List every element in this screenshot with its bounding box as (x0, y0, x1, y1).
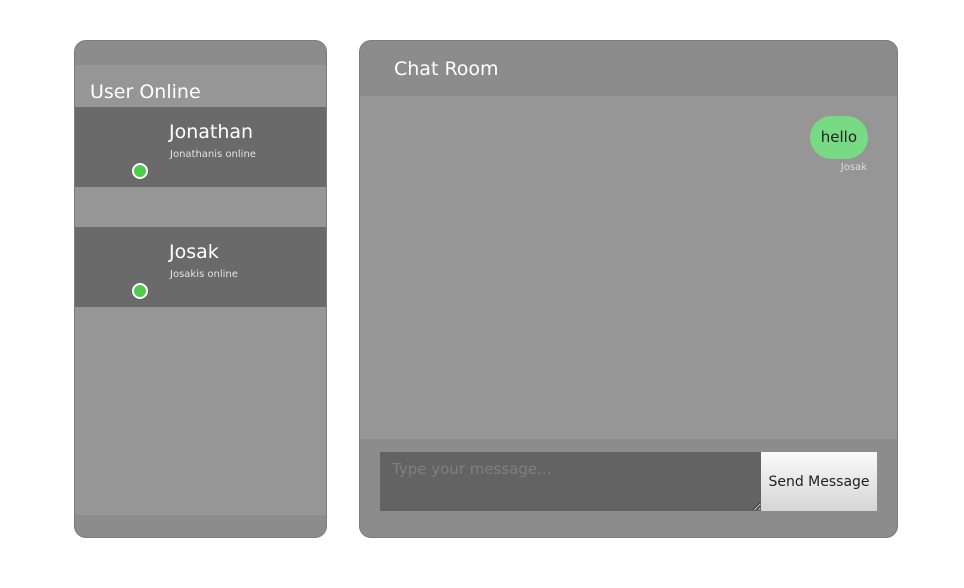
user-card-jonathan[interactable]: Jonathan Jonathanis online (75, 107, 326, 187)
chat-room-panel: Chat Room hello Josak Send Message (359, 40, 898, 538)
chat-room-title: Chat Room (394, 58, 499, 80)
user-name: Jonathan (169, 121, 254, 143)
online-status-indicator (132, 163, 148, 179)
send-message-button[interactable]: Send Message (761, 452, 877, 511)
user-card-josak[interactable]: Josak Josakis online (75, 227, 326, 307)
users-panel-title: User Online (90, 81, 201, 103)
chat-header: Chat Room (360, 41, 897, 96)
user-status-text: Jonathanis online (170, 149, 256, 160)
message-list[interactable]: hello Josak (360, 96, 897, 439)
online-status-indicator (132, 283, 148, 299)
user-status-text: Josakis online (170, 269, 238, 280)
message-author: Josak (840, 162, 867, 173)
user-name: Josak (169, 241, 219, 263)
users-online-panel: User Online Jonathan Jonathanis online J… (74, 40, 327, 538)
message-composer: Send Message (380, 452, 877, 511)
message-bubble: hello (809, 116, 868, 159)
message-input[interactable] (380, 452, 761, 511)
